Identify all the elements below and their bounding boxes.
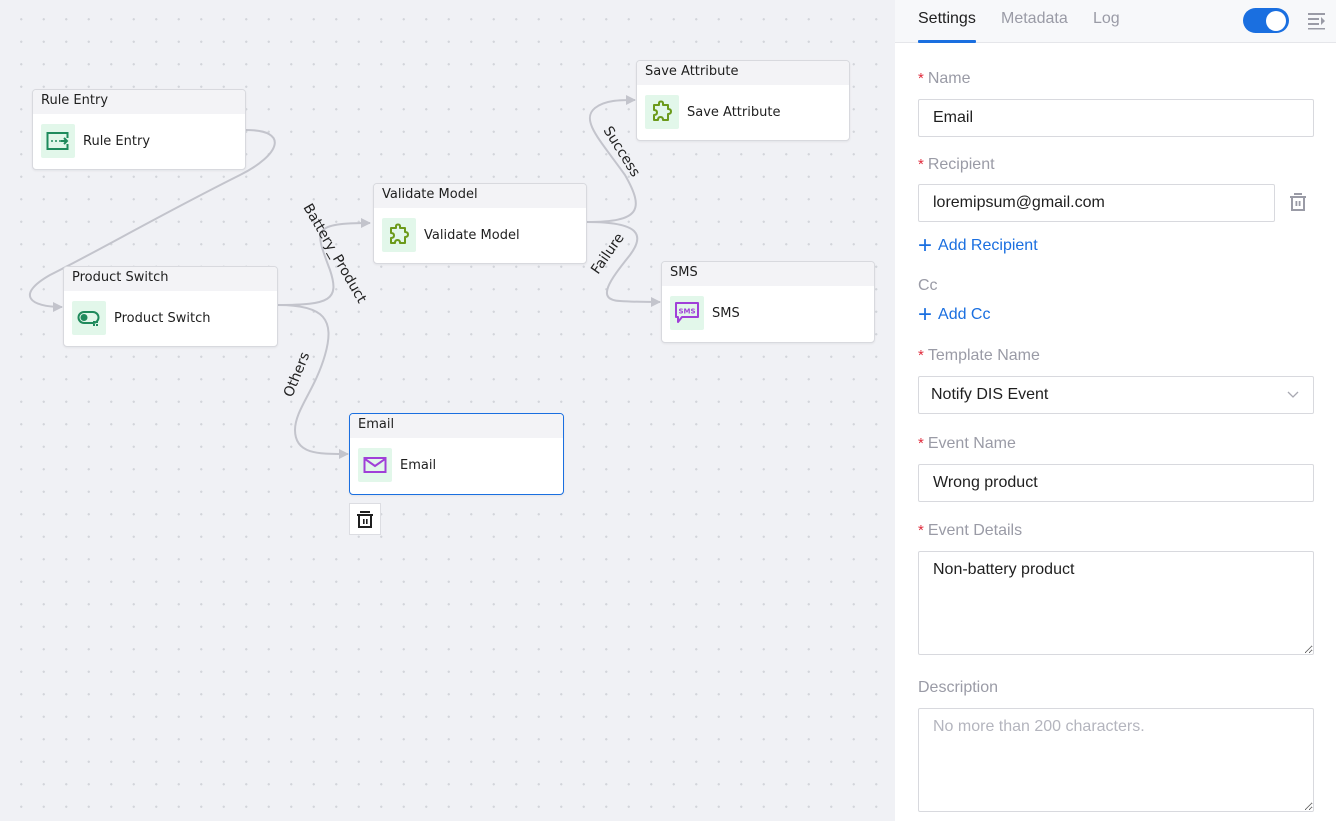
required-marker: *	[918, 435, 924, 452]
node-label: Save Attribute	[687, 104, 781, 120]
add-cc-button[interactable]: + Add Cc	[918, 301, 990, 328]
recipient-label: * Recipient	[918, 156, 995, 173]
event-name-label: * Event Name	[918, 435, 1016, 452]
node-header: Email	[350, 414, 563, 438]
edge-label-failure: Failure	[588, 230, 628, 277]
delete-recipient-button[interactable]	[1289, 192, 1309, 214]
tab-metadata[interactable]: Metadata	[1001, 10, 1068, 43]
switch-toggle-icon	[72, 301, 106, 335]
node-label: Email	[400, 457, 437, 473]
puzzle-icon	[382, 218, 416, 252]
name-label: * Name	[918, 70, 971, 87]
node-header: Product Switch	[64, 267, 277, 291]
edge-label-battery-product: Battery_Product	[300, 201, 370, 306]
collapse-panel-icon	[1308, 13, 1325, 30]
node-label: Product Switch	[114, 310, 211, 326]
cc-label: Cc	[918, 277, 938, 294]
node-product-switch[interactable]: Product Switch Product Switch	[63, 266, 278, 347]
tab-log[interactable]: Log	[1093, 10, 1120, 43]
name-input[interactable]	[918, 99, 1314, 137]
node-header: Validate Model	[374, 184, 586, 208]
node-label: Rule Entry	[83, 133, 151, 149]
required-marker: *	[918, 156, 924, 173]
event-details-label: * Event Details	[918, 522, 1023, 539]
node-header: SMS	[662, 262, 874, 286]
enabled-toggle[interactable]	[1243, 8, 1289, 33]
node-email[interactable]: Email Email	[349, 413, 564, 495]
node-sms[interactable]: SMS SMS SMS	[661, 261, 875, 343]
plus-icon: +	[918, 232, 933, 259]
trash-icon	[1290, 193, 1306, 211]
node-header: Save Attribute	[637, 61, 849, 85]
recipient-input[interactable]	[918, 184, 1275, 222]
tab-settings[interactable]: Settings	[918, 10, 976, 43]
description-textarea[interactable]	[918, 708, 1314, 812]
entry-arrow-icon	[41, 124, 75, 158]
puzzle-icon	[645, 95, 679, 129]
flow-canvas[interactable]: Battery_Product Others Success Failure R…	[0, 0, 895, 821]
chevron-down-icon	[1287, 391, 1299, 398]
required-marker: *	[918, 522, 924, 539]
sms-bubble-icon: SMS	[670, 296, 704, 330]
settings-panel: Settings Metadata Log *Name *Recipient +…	[895, 0, 1336, 821]
node-header: Rule Entry	[33, 90, 245, 114]
template-name-select[interactable]: Notify DIS Event	[918, 376, 1314, 414]
envelope-icon	[358, 448, 392, 482]
description-label: Description	[918, 679, 999, 696]
required-marker: *	[918, 347, 924, 364]
node-label: Validate Model	[424, 227, 520, 243]
plus-icon: +	[918, 301, 933, 328]
collapse-panel-button[interactable]	[1307, 10, 1327, 30]
template-name-value: Notify DIS Event	[931, 386, 1049, 403]
add-recipient-button[interactable]: + Add Recipient	[918, 232, 1038, 259]
delete-node-button[interactable]	[349, 503, 381, 535]
template-name-label: * Template Name	[918, 347, 1040, 364]
node-validate-model[interactable]: Validate Model Validate Model	[373, 183, 587, 264]
required-marker: *	[918, 70, 924, 87]
event-name-input[interactable]	[918, 464, 1314, 502]
toggle-knob	[1266, 10, 1286, 31]
trash-icon	[357, 510, 373, 528]
node-rule-entry[interactable]: Rule Entry Rule Entry	[32, 89, 246, 170]
sms-icon-text: SMS	[678, 308, 695, 316]
panel-header: Settings Metadata Log	[895, 0, 1336, 43]
node-save-attribute[interactable]: Save Attribute Save Attribute	[636, 60, 850, 141]
node-label: SMS	[712, 305, 740, 321]
event-details-textarea[interactable]: Non-battery product	[918, 551, 1314, 655]
